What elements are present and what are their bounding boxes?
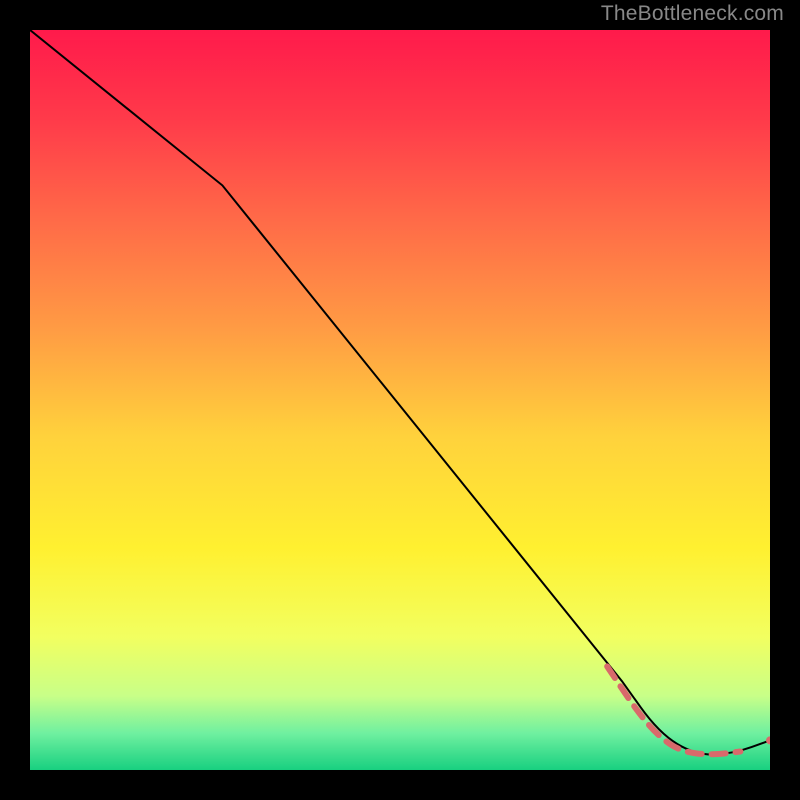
watermark-text: TheBottleneck.com (601, 2, 784, 26)
gradient-background (30, 30, 770, 770)
plot-area (30, 30, 770, 770)
chart-svg (30, 30, 770, 770)
chart-stage: TheBottleneck.com (0, 0, 800, 800)
